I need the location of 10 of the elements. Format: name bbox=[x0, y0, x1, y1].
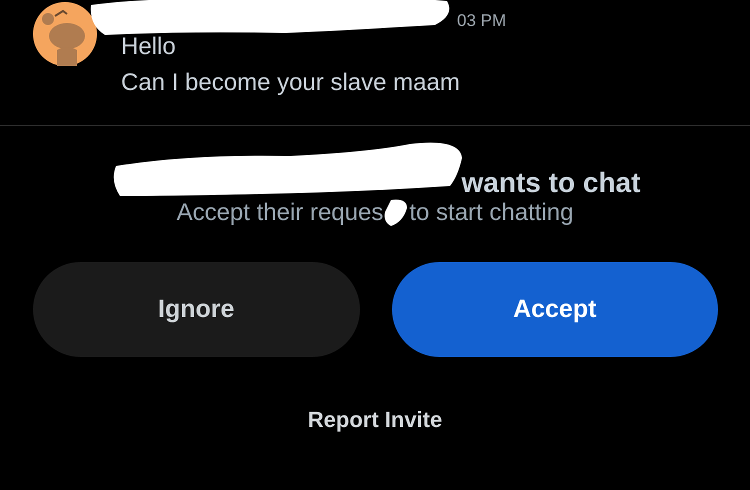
request-subtitle: Accept their reques bbox=[176, 199, 384, 227]
message-time: 03 PM bbox=[457, 11, 506, 31]
accept-button[interactable]: Accept bbox=[392, 262, 718, 357]
request-subtitle: to start chatting bbox=[409, 199, 574, 227]
message-text: Hello bbox=[121, 32, 177, 62]
report-link[interactable]: Report Invite bbox=[308, 407, 442, 433]
request-title: wants to chat bbox=[462, 167, 640, 200]
message-text: Can I become your slave maam bbox=[121, 68, 461, 98]
avatar-icon bbox=[33, 2, 97, 66]
ignore-button[interactable]: Ignore bbox=[33, 262, 360, 357]
